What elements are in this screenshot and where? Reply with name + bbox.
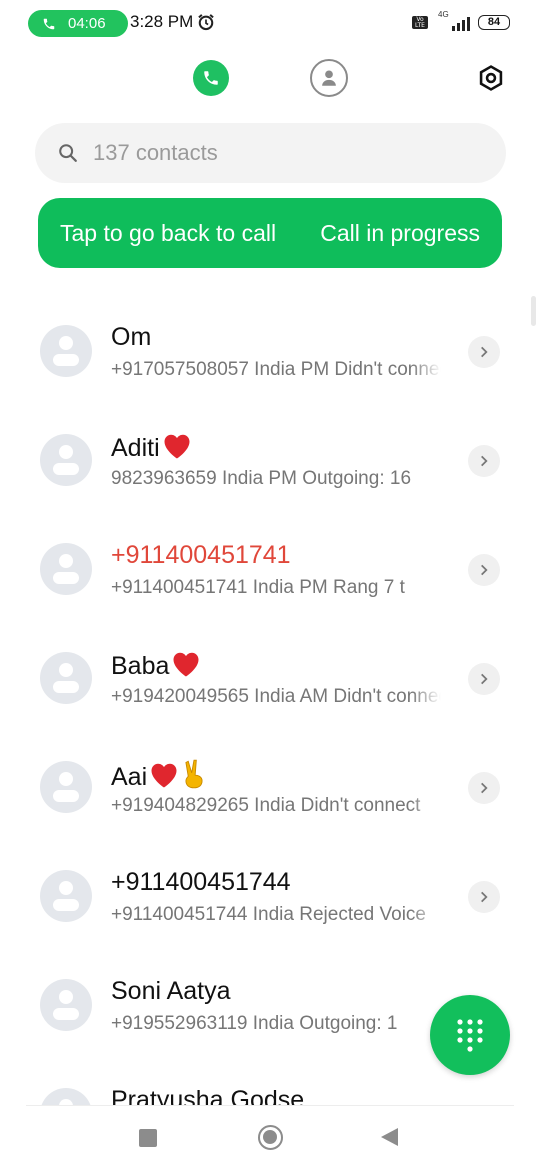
- recent-calls-list: Om +917057508057 India PM Didn't connect…: [0, 297, 540, 1105]
- system-nav-bar: [0, 1106, 540, 1170]
- avatar: [40, 761, 92, 813]
- avatar: [40, 434, 92, 486]
- phone-icon: [43, 18, 55, 29]
- recent-apps-icon[interactable]: [139, 1129, 157, 1147]
- contact-name: +911400451744: [111, 868, 291, 896]
- home-icon[interactable]: [258, 1125, 283, 1150]
- return-to-call-label: Tap to go back to call: [60, 219, 277, 246]
- search-input[interactable]: 137 contacts: [35, 123, 506, 183]
- list-item[interactable]: Om +917057508057 India PM Didn't connect: [0, 297, 540, 406]
- text-fade: [411, 682, 441, 712]
- avatar: [40, 870, 92, 922]
- chevron-right-icon: [481, 564, 488, 576]
- list-item[interactable]: +911400451741 +911400451741 India PM Ran…: [0, 515, 540, 624]
- contact-name: Baba: [111, 652, 170, 680]
- back-icon[interactable]: [381, 1128, 398, 1146]
- dialpad-icon: [457, 1019, 483, 1052]
- status-indicators: Vo LTE 4G 84: [412, 10, 510, 31]
- avatar: [40, 543, 92, 595]
- list-item[interactable]: Aai +919404829265 India Didn't connect: [0, 733, 540, 842]
- text-fade: [411, 464, 441, 494]
- search-placeholder: 137 contacts: [93, 140, 218, 165]
- list-item[interactable]: Baba +919420049565 India AM Didn't conne…: [0, 624, 540, 733]
- ongoing-call-pill[interactable]: 04:06: [28, 10, 128, 37]
- contact-name: Pratyusha Godse: [111, 1086, 305, 1105]
- network-type-label: 4G: [438, 10, 449, 19]
- details-button[interactable]: [468, 336, 500, 368]
- dialpad-button[interactable]: [430, 995, 510, 1075]
- volte-icon: Vo LTE: [412, 15, 428, 29]
- search-icon: [59, 144, 77, 162]
- details-button[interactable]: [468, 554, 500, 586]
- heart-icon: [164, 434, 190, 459]
- list-item[interactable]: Aditi 9823963659 India PM Outgoing: 16: [0, 406, 540, 515]
- contact-name: Aditi: [111, 434, 160, 462]
- text-fade: [411, 900, 441, 930]
- call-detail: 9823963659 India PM Outgoing: 16: [111, 468, 412, 489]
- call-detail: +911400451744 India Rejected Voice: [111, 904, 426, 925]
- call-detail: +917057508057 India PM Didn't connect: [111, 359, 441, 380]
- alarm-icon: [198, 14, 214, 31]
- contact-name: Aai: [111, 763, 148, 791]
- signal-icon: 4G: [436, 10, 470, 31]
- chevron-right-icon: [481, 346, 488, 358]
- list-item[interactable]: +911400451744 +911400451744 India Reject…: [0, 842, 540, 951]
- chevron-right-icon: [481, 455, 488, 467]
- details-button[interactable]: [468, 445, 500, 477]
- chevron-right-icon: [481, 782, 488, 794]
- contact-name: Om: [111, 323, 152, 351]
- call-detail: +919552963119 India Outgoing: 1: [111, 1013, 398, 1034]
- avatar: [40, 1088, 92, 1105]
- return-to-call-banner[interactable]: Tap to go back to call Call in progress: [38, 198, 502, 268]
- call-detail: +919404829265 India Didn't connect: [111, 795, 421, 816]
- status-time: 3:28 PM: [130, 12, 194, 31]
- chevron-right-icon: [481, 673, 488, 685]
- contact-name-wrapper: Baba: [111, 650, 201, 681]
- call-detail: +919420049565 India AM Didn't connect: [111, 686, 441, 707]
- contact-name-wrapper: Aditi: [111, 432, 192, 463]
- avatar: [40, 979, 92, 1031]
- status-bar: 04:06 3:28 PM Vo LTE 4G 84: [0, 0, 540, 46]
- details-button[interactable]: [468, 772, 500, 804]
- phone-icon: [204, 71, 218, 85]
- details-button[interactable]: [468, 881, 500, 913]
- victory-hand-icon: [185, 759, 203, 789]
- chevron-right-icon: [481, 891, 488, 903]
- battery-icon: 84: [478, 14, 510, 30]
- heart-icon: [151, 763, 177, 788]
- tab-phone[interactable]: [193, 60, 229, 96]
- avatar: [40, 652, 92, 704]
- contacts-icon: [322, 70, 336, 86]
- top-tab-bar: [0, 56, 540, 102]
- text-fade: [411, 355, 441, 385]
- text-fade: [411, 791, 441, 821]
- call-detail: +911400451741 India PM Rang 7 t: [111, 577, 405, 598]
- contact-name: Soni Aatya: [111, 977, 231, 1005]
- call-status-label: Call in progress: [320, 219, 480, 246]
- avatar: [40, 325, 92, 377]
- contact-name: +911400451741: [111, 541, 291, 569]
- details-button[interactable]: [468, 663, 500, 695]
- contact-name-wrapper: Aai: [111, 759, 207, 792]
- tab-contacts[interactable]: [310, 59, 348, 97]
- call-timer: 04:06: [68, 15, 106, 32]
- text-fade: [411, 573, 441, 603]
- heart-icon: [173, 652, 199, 677]
- settings-button[interactable]: [474, 61, 508, 95]
- settings-icon: [479, 65, 503, 91]
